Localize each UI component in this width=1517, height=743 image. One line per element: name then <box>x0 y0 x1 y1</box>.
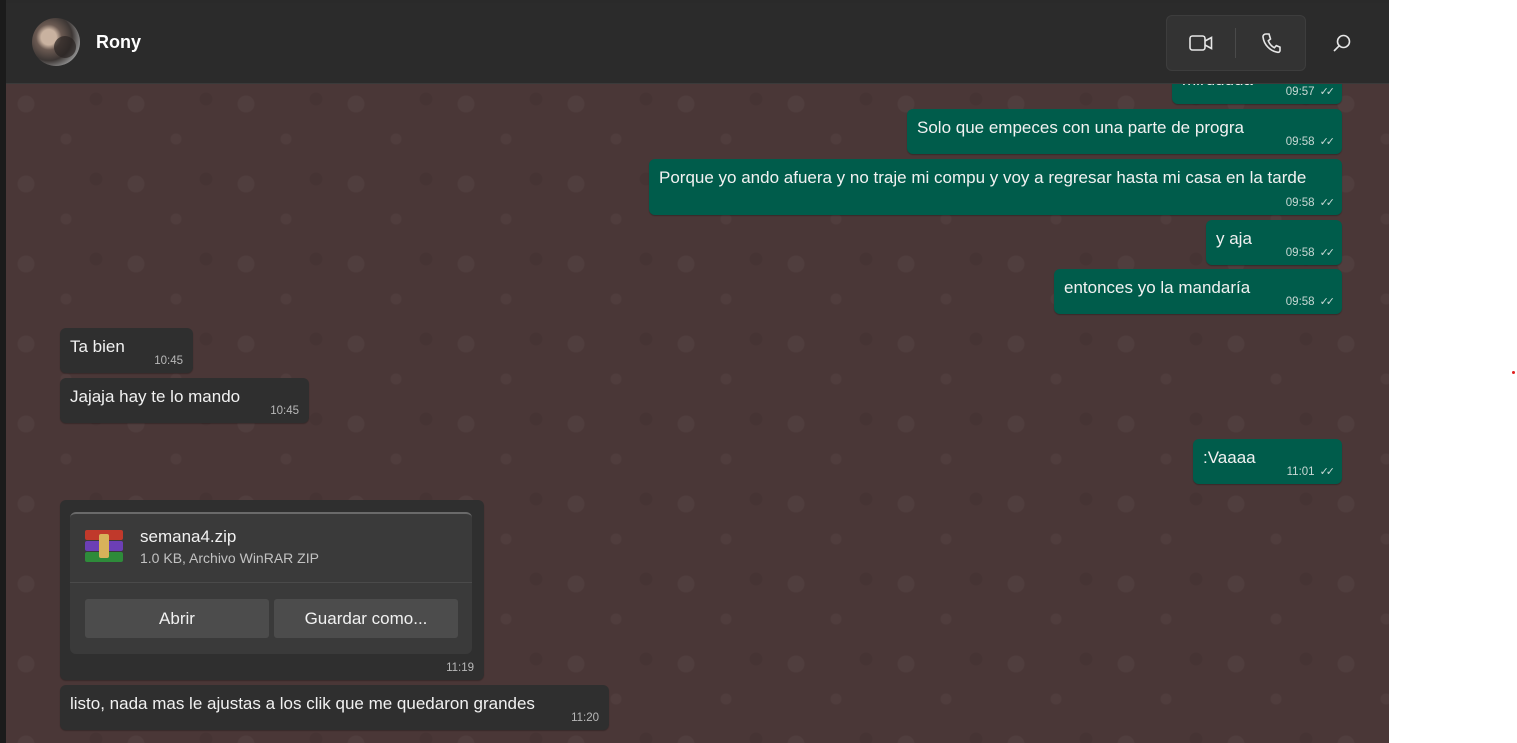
message-bubble-file[interactable]: semana4.zip 1.0 KB, Archivo WinRAR ZIP A… <box>60 500 484 680</box>
message-meta: 09:57 ✓✓ <box>1285 85 1336 99</box>
message-meta: 11:20 <box>571 712 599 724</box>
double-check-icon: ✓✓ <box>1319 247 1336 259</box>
message-time: 09:57 <box>1285 85 1315 98</box>
message-bubble-outgoing[interactable]: :Vaaaa 11:01 ✓✓ <box>1193 439 1342 484</box>
message-bubble-outgoing[interactable]: mirdddda 09:57 ✓✓ <box>1172 84 1342 104</box>
file-attachment-header: semana4.zip 1.0 KB, Archivo WinRAR ZIP <box>70 514 472 583</box>
winrar-archive-icon <box>85 530 123 562</box>
message-time: 09:58 <box>1285 246 1315 259</box>
message-time: 10:45 <box>270 405 299 417</box>
voice-call-button[interactable] <box>1236 16 1305 70</box>
video-camera-icon <box>1189 35 1213 51</box>
open-file-button[interactable]: Abrir <box>85 599 269 638</box>
whatsapp-window: Rony mirdddda <box>0 0 1389 743</box>
double-check-icon: ✓✓ <box>1319 197 1336 209</box>
message-bubble-incoming[interactable]: Ta bien 10:45 <box>60 328 193 373</box>
message-text: Jajaja hay te lo mando <box>70 387 241 406</box>
message-bubble-incoming[interactable]: listo, nada mas le ajustas a los clik qu… <box>60 685 609 730</box>
file-name: semana4.zip <box>140 527 237 546</box>
message-bubble-outgoing[interactable]: entonces yo la mandaría 09:58 ✓✓ <box>1054 269 1342 314</box>
message-text: listo, nada mas le ajustas a los clik qu… <box>70 694 535 713</box>
double-check-icon: ✓✓ <box>1319 86 1336 98</box>
message-text: y aja <box>1216 229 1252 248</box>
message-meta: 11:19 <box>446 662 474 674</box>
save-as-button[interactable]: Guardar como... <box>274 599 458 638</box>
search-button[interactable] <box>1324 25 1360 61</box>
message-bubble-outgoing[interactable]: Porque yo ando afuera y no traje mi comp… <box>649 159 1342 215</box>
message-meta: 11:01 ✓✓ <box>1286 465 1336 479</box>
message-meta: 09:58 ✓✓ <box>1285 196 1336 210</box>
double-check-icon: ✓✓ <box>1319 466 1336 478</box>
file-info: 1.0 KB, Archivo WinRAR ZIP <box>140 550 319 566</box>
message-text: entonces yo la mandaría <box>1064 278 1251 297</box>
message-text: Ta bien <box>70 337 125 356</box>
message-text: mirdddda <box>1182 84 1253 90</box>
red-dot-marker <box>1512 371 1515 374</box>
message-text: Solo que empeces con una parte de progra <box>917 118 1245 137</box>
message-meta: 09:58 ✓✓ <box>1285 246 1336 260</box>
call-buttons-group <box>1166 15 1306 71</box>
message-time: 11:01 <box>1286 465 1315 478</box>
chat-header: Rony <box>6 3 1389 84</box>
phone-icon <box>1261 33 1281 54</box>
message-list[interactable]: mirdddda 09:57 ✓✓ Solo que empeces con u… <box>6 84 1389 743</box>
message-time: 09:58 <box>1285 196 1315 209</box>
message-time: 11:19 <box>446 662 474 674</box>
contact-name[interactable]: Rony <box>96 32 141 53</box>
message-meta: 10:45 <box>154 355 183 367</box>
message-time: 11:20 <box>571 712 599 724</box>
message-time: 09:58 <box>1285 135 1315 148</box>
message-bubble-outgoing[interactable]: Solo que empeces con una parte de progra… <box>907 109 1342 154</box>
avatar[interactable] <box>32 18 80 66</box>
file-attachment-card[interactable]: semana4.zip 1.0 KB, Archivo WinRAR ZIP A… <box>70 512 472 654</box>
message-meta: 09:58 ✓✓ <box>1285 295 1336 309</box>
message-bubble-outgoing[interactable]: y aja 09:58 ✓✓ <box>1206 220 1342 265</box>
message-text: Porque yo ando afuera y no traje mi comp… <box>659 168 1307 187</box>
search-icon <box>1333 34 1351 52</box>
message-text: :Vaaaa <box>1203 448 1256 467</box>
video-call-button[interactable] <box>1167 16 1235 70</box>
message-bubble-incoming[interactable]: Jajaja hay te lo mando 10:45 <box>60 378 309 423</box>
double-check-icon: ✓✓ <box>1319 136 1336 148</box>
double-check-icon: ✓✓ <box>1319 296 1336 308</box>
message-time: 10:45 <box>154 355 183 367</box>
message-time: 09:58 <box>1285 295 1315 308</box>
message-meta: 10:45 <box>270 405 299 417</box>
message-meta: 09:58 ✓✓ <box>1285 135 1336 149</box>
